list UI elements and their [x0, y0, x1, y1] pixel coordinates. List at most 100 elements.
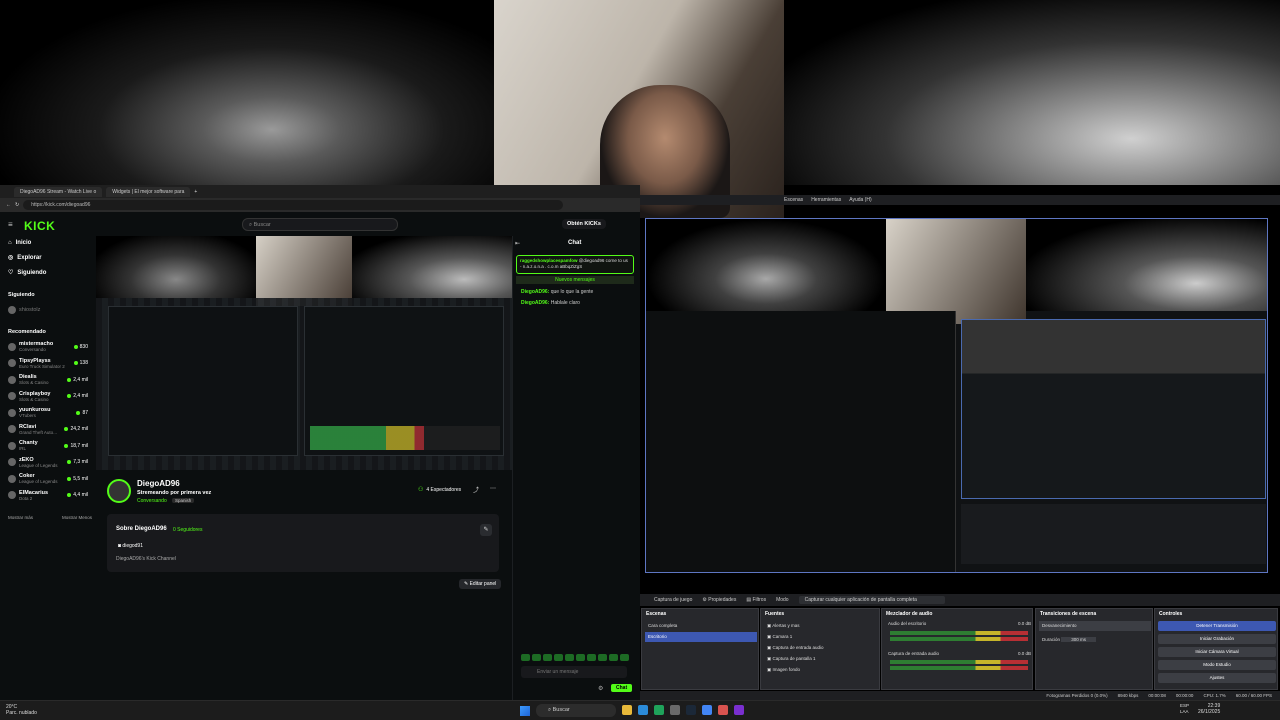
recommended-channel[interactable]: Chanty IRL 18,7 mil [0, 438, 96, 455]
virtual-camera-button[interactable]: Iniciar Cámara Virtual [1158, 647, 1276, 657]
stream-background-left [0, 0, 494, 185]
start-recording-button[interactable]: Iniciar Grabación [1158, 634, 1276, 644]
search-input[interactable]: ⌕ Buscar [242, 218, 398, 231]
obs-menu-item[interactable]: Ayuda (H) [849, 197, 871, 203]
file-explorer-icon[interactable] [622, 705, 632, 715]
live-dot-icon [67, 377, 72, 382]
back-icon[interactable]: ← [6, 202, 11, 208]
show-less-link[interactable]: Mostrar Menos [62, 515, 92, 520]
send-chat-button[interactable]: Chat [611, 684, 633, 692]
gear-icon[interactable]: ⚙ [598, 685, 603, 692]
edge-icon[interactable] [638, 705, 648, 715]
refresh-icon[interactable]: ↻ [15, 202, 19, 208]
streamer-name[interactable]: DiegoAD96 [137, 479, 180, 488]
taskbar-search[interactable]: ⌕ Buscar [536, 704, 616, 717]
settings-button[interactable]: Ajustes [1158, 673, 1276, 683]
obs-menu-item[interactable]: Herramientas [811, 197, 841, 203]
obs-menu-item[interactable]: Escenas [784, 197, 803, 203]
pencil-icon[interactable]: ✎ [480, 524, 492, 536]
sidebar: ⌂ Inicio ◎ Explorar ♡ Siguiendo Siguiendo s… [0, 236, 96, 536]
edit-panel-button[interactable]: ✎ Editar panel [459, 579, 502, 589]
video-player[interactable] [96, 236, 512, 470]
source-item[interactable]: ▣ Captura de pantalla 1 [764, 654, 876, 664]
scene-item[interactable]: Escritorio [645, 632, 757, 642]
chat-input[interactable]: Enviar un mensaje [521, 666, 627, 678]
app-icon[interactable] [670, 705, 680, 715]
category-link[interactable]: Conversando [137, 498, 167, 504]
sidebar-item-home[interactable]: ⌂ Inicio [0, 236, 96, 250]
source-item[interactable]: ▣ Camara 1 [764, 632, 876, 642]
source-item[interactable]: ▣ Captura de entrada audio [764, 643, 876, 653]
emote-icon[interactable] [565, 654, 574, 661]
source-item[interactable]: ▣ Alertas y mas [764, 621, 876, 631]
weather-widget[interactable]: 20°C Parc. nublado [6, 704, 37, 716]
recommended-channel[interactable]: Coker League of Legends 5,5 mil [0, 471, 96, 488]
chat-user[interactable]: DiegoAD96: [521, 300, 549, 306]
channel-info: Crisplayboy Slots & Casino [19, 391, 50, 402]
store-icon[interactable] [654, 705, 664, 715]
about-user[interactable]: ◙ diegod91 [118, 543, 143, 549]
get-kicks-button[interactable]: Obtén KICKs [562, 219, 606, 229]
transition-select[interactable]: Desvanecimiento [1039, 621, 1151, 631]
recommended-channel[interactable]: Diealis Slots & Casino 2,4 mil [0, 372, 96, 389]
chat-user[interactable]: DiegoAD96: [521, 289, 549, 295]
pinned-user[interactable]: raggedshowplacespamfow [520, 258, 578, 263]
steam-icon[interactable] [686, 705, 696, 715]
url-field[interactable]: https://kick.com/diegoad96 [23, 200, 564, 210]
emote-icon[interactable] [576, 654, 585, 661]
show-more-link[interactable]: Mostrar más [8, 515, 33, 520]
new-messages-divider[interactable]: Nuevos mensajes [516, 276, 634, 284]
browser-tab[interactable]: DiegoAD96 Stream - Watch Live o [14, 186, 103, 197]
clock[interactable]: 22:39 26/1/2025 [1198, 703, 1220, 715]
status-bitrate: 8940 kbps [1117, 693, 1139, 698]
status-cpu: CPU: 1.7% [1203, 693, 1226, 698]
emote-icon[interactable] [521, 654, 530, 661]
properties-button[interactable]: ⚙ Propiedades [702, 597, 736, 603]
following-user[interactable]: shiostolz [0, 302, 96, 319]
channel-name: Crisplayboy [19, 390, 51, 397]
emote-icon[interactable] [620, 654, 629, 661]
emote-icon[interactable] [609, 654, 618, 661]
language-indicator[interactable]: ESP LAA [1180, 703, 1189, 715]
language-badge[interactable]: Spanish [172, 498, 195, 503]
filters-button[interactable]: ▤ Filtros [746, 597, 766, 603]
mode-label: Modo [776, 597, 789, 603]
emote-icon[interactable] [587, 654, 596, 661]
volume-slider[interactable] [890, 637, 1028, 641]
more-options-icon[interactable]: ⋯ [490, 485, 496, 492]
browser-tab[interactable]: Widgets | El mejor software para [106, 186, 191, 197]
recommended-channel[interactable]: zEKO League of Legends 7,3 mil [0, 454, 96, 471]
viewer-count: 87 [76, 410, 88, 416]
recommended-channel[interactable]: mistermacho Conversando 830 [0, 339, 96, 356]
recommended-channel[interactable]: yuunkurosu VTubers 87 [0, 405, 96, 422]
emote-icon[interactable] [554, 654, 563, 661]
obs-preview[interactable] [645, 218, 1268, 573]
share-icon[interactable]: ⤴ [473, 485, 479, 494]
sidebar-item-following[interactable]: ♡ Siguiendo [0, 265, 96, 280]
kick-logo[interactable]: KICK [24, 219, 55, 233]
recommended-channel[interactable]: RClavi Grand Theft Auto... 24,2 mil [0, 421, 96, 438]
duration-input[interactable]: 300 ms [1061, 637, 1097, 642]
emote-icon[interactable] [598, 654, 607, 661]
windows-start-icon[interactable] [520, 706, 530, 716]
obs-icon[interactable] [718, 705, 728, 715]
avatar[interactable] [107, 479, 131, 503]
recommended-channel[interactable]: TipsyPlayss Euro Truck Simulator 2 138 [0, 355, 96, 372]
mode-select[interactable]: Capturar cualquier aplicación de pantall… [798, 596, 945, 604]
chrome-icon[interactable] [702, 705, 712, 715]
collapse-chat-icon[interactable]: ⇤ [515, 240, 520, 247]
lang-secondary: LAA [1180, 709, 1189, 714]
stop-stream-button[interactable]: Detener Transmisión [1158, 621, 1276, 631]
source-item[interactable]: ▣ Imagen fondo [764, 665, 876, 675]
studio-mode-button[interactable]: Modo Estudio [1158, 660, 1276, 670]
sidebar-item-explore[interactable]: ◎ Explorar [0, 250, 96, 265]
recommended-channel[interactable]: ElMacarius Dota 2 4,4 mil [0, 487, 96, 504]
emote-icon[interactable] [543, 654, 552, 661]
volume-slider[interactable] [890, 666, 1028, 670]
new-tab-icon[interactable]: + [194, 189, 197, 195]
scene-item[interactable]: Cara completa [645, 621, 757, 631]
hamburger-icon[interactable]: ≡ [8, 220, 13, 229]
app-icon[interactable] [734, 705, 744, 715]
emote-icon[interactable] [532, 654, 541, 661]
recommended-channel[interactable]: Crisplayboy Slots & Casino 2,4 mil [0, 388, 96, 405]
